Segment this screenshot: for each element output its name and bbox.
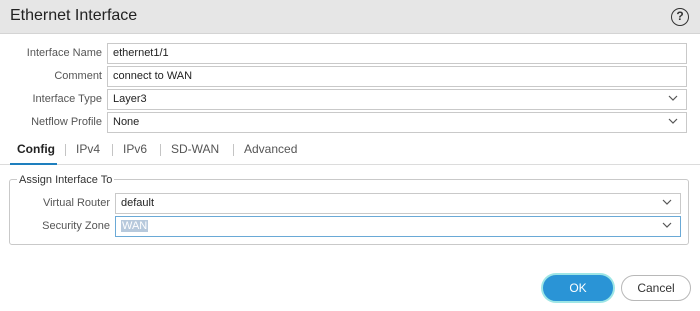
interface-name-row: Interface Name ethernet1/1 bbox=[0, 43, 700, 64]
tab-sd-wan[interactable]: SD-WAN bbox=[171, 142, 219, 156]
ok-button[interactable]: OK bbox=[543, 275, 613, 301]
chevron-down-icon[interactable] bbox=[667, 115, 679, 127]
netflow-profile-label: Netflow Profile bbox=[31, 116, 102, 128]
tab-config[interactable]: Config bbox=[17, 142, 55, 156]
netflow-profile-value: None bbox=[113, 116, 140, 128]
interface-type-row: Interface Type Layer3 bbox=[0, 89, 700, 110]
comment-field[interactable]: connect to WAN bbox=[107, 66, 687, 87]
dialog-titlebar: Ethernet Interface ? bbox=[0, 0, 700, 34]
help-icon[interactable]: ? bbox=[671, 8, 689, 26]
tab-advanced[interactable]: Advanced bbox=[244, 142, 297, 156]
virtual-router-row: Virtual Router default bbox=[9, 193, 689, 214]
tab-bar: Config IPv4 IPv6 SD-WAN Advanced bbox=[0, 140, 700, 162]
interface-name-label: Interface Name bbox=[26, 47, 102, 59]
chevron-down-icon[interactable] bbox=[667, 92, 679, 104]
security-zone-value: WAN bbox=[121, 220, 149, 232]
virtual-router-label: Virtual Router bbox=[42, 197, 110, 209]
virtual-router-select[interactable]: default bbox=[115, 193, 681, 214]
netflow-profile-select[interactable]: None bbox=[107, 112, 687, 133]
tab-separator bbox=[65, 144, 66, 156]
chevron-down-icon[interactable] bbox=[661, 196, 673, 208]
comment-label: Comment bbox=[54, 70, 102, 82]
interface-type-value: Layer3 bbox=[113, 93, 147, 105]
tab-ipv6[interactable]: IPv6 bbox=[123, 142, 147, 156]
active-tab-indicator bbox=[10, 163, 57, 165]
security-zone-select[interactable]: WAN bbox=[115, 216, 681, 237]
interface-name-field[interactable]: ethernet1/1 bbox=[107, 43, 687, 64]
assign-interface-title: Assign Interface To bbox=[17, 174, 115, 186]
chevron-down-icon[interactable] bbox=[661, 219, 673, 231]
cancel-button[interactable]: Cancel bbox=[621, 275, 691, 301]
comment-row: Comment connect to WAN bbox=[0, 66, 700, 87]
tab-separator bbox=[233, 144, 234, 156]
dialog-title: Ethernet Interface bbox=[10, 7, 138, 24]
tab-divider bbox=[0, 164, 700, 165]
tab-separator bbox=[112, 144, 113, 156]
tab-ipv4[interactable]: IPv4 bbox=[76, 142, 100, 156]
security-zone-row: Security Zone WAN bbox=[9, 216, 689, 237]
tab-separator bbox=[160, 144, 161, 156]
security-zone-label: Security Zone bbox=[42, 220, 110, 232]
netflow-profile-row: Netflow Profile None bbox=[0, 112, 700, 133]
interface-type-select[interactable]: Layer3 bbox=[107, 89, 687, 110]
interface-type-label: Interface Type bbox=[32, 93, 102, 105]
virtual-router-value: default bbox=[121, 197, 155, 209]
